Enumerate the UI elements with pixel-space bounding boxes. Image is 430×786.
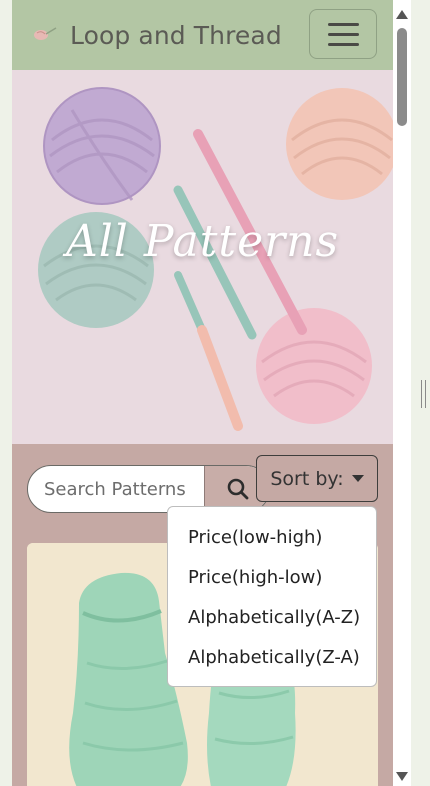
page: Loop and Thread All Patterns Search Patt… [12, 0, 393, 786]
resize-handle[interactable] [421, 380, 427, 408]
scrollbar[interactable] [393, 0, 411, 786]
brand-link[interactable]: Loop and Thread [32, 18, 282, 52]
sort-option-price-high-low[interactable]: Price(high-low) [168, 558, 376, 598]
search-icon [227, 478, 249, 500]
sort-option-alpha-a-z[interactable]: Alphabetically(A-Z) [168, 598, 376, 638]
navbar: Loop and Thread [12, 0, 393, 70]
scroll-down-arrow-icon[interactable] [396, 772, 408, 781]
sort-option-price-low-high[interactable]: Price(low-high) [168, 518, 376, 558]
brand-name: Loop and Thread [70, 20, 282, 50]
scrollbar-thumb[interactable] [397, 28, 407, 126]
sort-label: Sort by: [270, 467, 344, 490]
hero-banner: All Patterns [12, 70, 393, 444]
sort-option-alpha-z-a[interactable]: Alphabetically(Z-A) [168, 638, 376, 678]
scroll-up-arrow-icon[interactable] [396, 10, 408, 19]
yarn-logo-icon [32, 25, 58, 45]
hamburger-menu-icon [327, 22, 359, 26]
caret-down-icon [351, 475, 364, 482]
page-title: All Patterns [65, 216, 340, 267]
navbar-toggle-button[interactable] [309, 9, 377, 59]
sort-dropdown-menu: Price(low-high) Price(high-low) Alphabet… [167, 506, 377, 687]
sort-dropdown-button[interactable]: Sort by: [256, 455, 378, 502]
